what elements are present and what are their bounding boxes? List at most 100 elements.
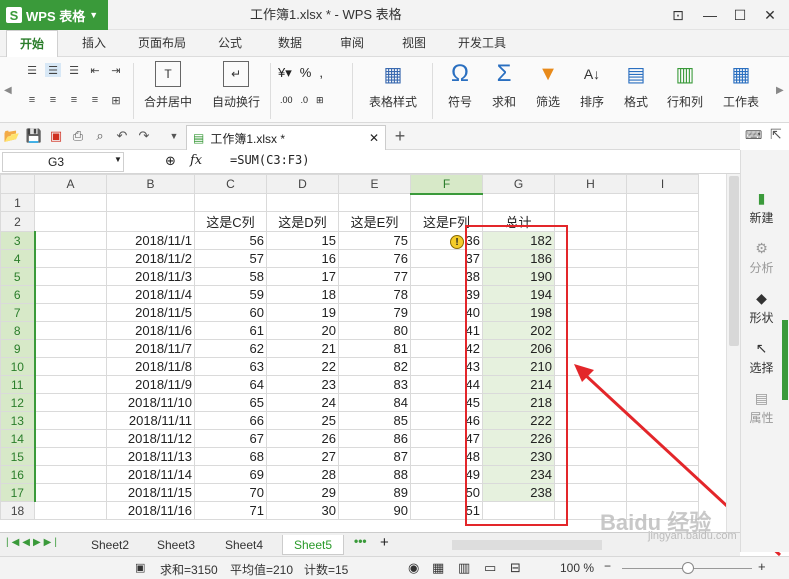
panel-shape-button[interactable]: ◆ 形状 xyxy=(741,290,782,326)
column-header[interactable]: G xyxy=(482,174,555,194)
cell[interactable] xyxy=(554,193,627,212)
align-left-icon[interactable]: ≡ xyxy=(24,93,40,107)
row-header[interactable]: 10 xyxy=(0,357,36,376)
vertical-scrollbar[interactable] xyxy=(726,174,740,532)
cell[interactable]: 83 xyxy=(338,375,411,394)
cell[interactable] xyxy=(34,501,107,520)
row-header[interactable]: 16 xyxy=(0,465,36,484)
align-center-icon[interactable]: ≡ xyxy=(45,93,61,107)
indent-increase-icon[interactable]: ⇥ xyxy=(108,63,124,77)
align-bottom-icon[interactable]: ☰ xyxy=(66,63,82,77)
cell[interactable]: 23 xyxy=(266,375,339,394)
column-header[interactable]: E xyxy=(338,174,411,194)
cell[interactable]: 68 xyxy=(194,447,267,466)
page-break-icon[interactable]: ▥ xyxy=(458,560,470,576)
skin-icon[interactable]: ⊡ xyxy=(668,5,688,25)
cell[interactable]: 64 xyxy=(194,375,267,394)
cell[interactable] xyxy=(626,211,699,232)
row-header[interactable]: 4 xyxy=(0,249,36,268)
sum-button[interactable]: Σ 求和 xyxy=(484,60,524,110)
cell[interactable] xyxy=(34,465,107,484)
cell[interactable]: 90 xyxy=(338,501,411,520)
cell[interactable] xyxy=(626,285,699,304)
cell[interactable]: 89 xyxy=(338,483,411,502)
cell[interactable]: 77 xyxy=(338,267,411,286)
cell[interactable] xyxy=(34,193,107,212)
cell[interactable] xyxy=(338,193,411,212)
undo-icon[interactable]: ↶ xyxy=(114,128,130,144)
close-tab-icon[interactable]: ✕ xyxy=(369,131,379,145)
tab-page-layout[interactable]: 页面布局 xyxy=(130,30,194,57)
cell[interactable]: 62 xyxy=(194,339,267,358)
redo-icon[interactable]: ↷ xyxy=(136,128,152,144)
cell[interactable]: 25 xyxy=(266,411,339,430)
row-header[interactable]: 5 xyxy=(0,267,36,286)
tab-developer[interactable]: 开发工具 xyxy=(450,30,514,57)
row-header[interactable]: 12 xyxy=(0,393,36,412)
maximize-button[interactable]: ☐ xyxy=(730,5,750,25)
cell[interactable]: 84 xyxy=(338,393,411,412)
row-header[interactable]: 15 xyxy=(0,447,36,466)
minimize-button[interactable]: — xyxy=(700,5,720,25)
cell[interactable]: 17 xyxy=(266,267,339,286)
decrease-decimal-icon[interactable]: .0 xyxy=(301,95,309,106)
cell[interactable]: 2018/11/3 xyxy=(106,267,195,286)
cell[interactable]: 2018/11/11 xyxy=(106,411,195,430)
cell[interactable] xyxy=(410,193,483,212)
align-middle-icon[interactable]: ☰ xyxy=(45,63,61,77)
row-header[interactable]: 17 xyxy=(0,483,36,502)
new-tab-icon[interactable]: + xyxy=(392,126,408,146)
column-header[interactable]: B xyxy=(106,174,195,194)
cell[interactable] xyxy=(106,193,195,212)
close-button[interactable]: ✕ xyxy=(760,5,780,25)
cell[interactable]: 63 xyxy=(194,357,267,376)
cell[interactable]: 60 xyxy=(194,303,267,322)
table-style-button[interactable]: ▦ 表格样式 xyxy=(360,61,426,110)
cell[interactable]: 15 xyxy=(266,231,339,250)
tab-view[interactable]: 视图 xyxy=(390,30,438,57)
formula-input[interactable]: =SUM(C3:F3) xyxy=(230,153,309,167)
cell[interactable] xyxy=(34,339,107,358)
cell[interactable]: 20 xyxy=(266,321,339,340)
add-sheet-icon[interactable]: + xyxy=(380,534,389,551)
cell[interactable] xyxy=(626,267,699,286)
select-all-corner[interactable] xyxy=(0,174,35,194)
cell[interactable]: 81 xyxy=(338,339,411,358)
cell[interactable]: 19 xyxy=(266,303,339,322)
cell[interactable] xyxy=(482,193,555,212)
row-header[interactable]: 11 xyxy=(0,375,36,394)
eye-icon[interactable]: ◉ xyxy=(408,560,419,576)
cell[interactable]: 86 xyxy=(338,429,411,448)
cell[interactable]: 29 xyxy=(266,483,339,502)
cell[interactable]: 28 xyxy=(266,465,339,484)
cell[interactable] xyxy=(34,393,107,412)
tab-insert[interactable]: 插入 xyxy=(70,30,118,57)
column-header[interactable]: D xyxy=(266,174,339,194)
cell[interactable]: 57 xyxy=(194,249,267,268)
cell[interactable]: 71 xyxy=(194,501,267,520)
open-folder-icon[interactable]: 📂 xyxy=(4,128,20,144)
print-icon[interactable]: ⎙ xyxy=(70,128,86,144)
comma-icon[interactable]: , xyxy=(319,65,323,81)
cell[interactable]: 79 xyxy=(338,303,411,322)
tab-review[interactable]: 审阅 xyxy=(328,30,376,57)
column-header[interactable]: A xyxy=(34,174,107,194)
fx-button[interactable]: fx xyxy=(190,153,202,168)
cell[interactable]: 2018/11/8 xyxy=(106,357,195,376)
panel-toggle[interactable] xyxy=(782,320,788,400)
column-header[interactable]: C xyxy=(194,174,267,194)
more-sheets-icon[interactable]: ••• xyxy=(354,534,367,548)
cell[interactable] xyxy=(34,303,107,322)
worksheet-button[interactable]: ▦ 工作表 xyxy=(716,61,766,110)
zoom-search-icon[interactable]: ⊕ xyxy=(165,153,176,169)
zoom-slider-thumb[interactable] xyxy=(682,562,694,574)
cell[interactable] xyxy=(626,249,699,268)
sheet-tab-active[interactable]: Sheet5 xyxy=(282,535,344,555)
currency-icon[interactable]: ¥▾ xyxy=(278,65,292,81)
row-header[interactable]: 6 xyxy=(0,285,36,304)
merge-center-button[interactable]: T 合并居中 xyxy=(140,61,196,110)
chevron-right-icon[interactable]: ▶ xyxy=(776,85,784,96)
format-button[interactable]: ▤ 格式 xyxy=(616,61,656,110)
row-header[interactable]: 1 xyxy=(0,193,35,212)
cell[interactable]: 24 xyxy=(266,393,339,412)
